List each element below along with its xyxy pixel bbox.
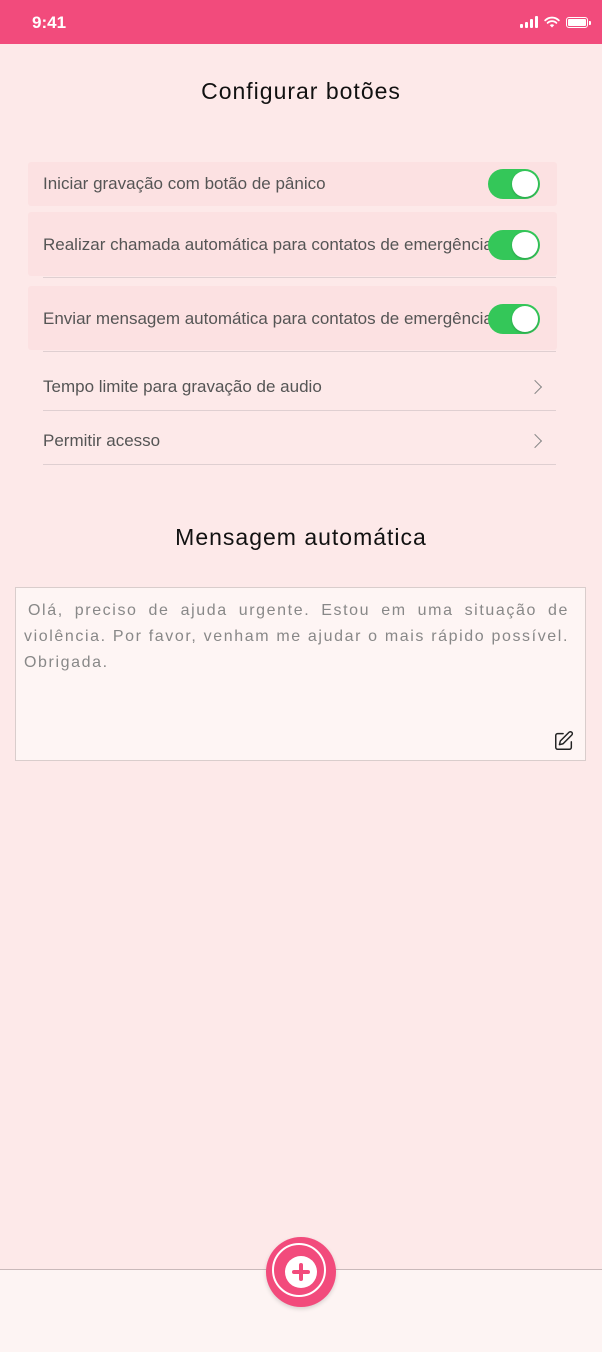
add-button[interactable] xyxy=(266,1237,336,1307)
setting-row-auto-call[interactable]: Realizar chamada automática para contato… xyxy=(43,212,556,278)
edit-icon[interactable] xyxy=(553,730,575,752)
status-icons xyxy=(520,15,591,29)
auto-message-toggle[interactable] xyxy=(488,303,540,334)
auto-message-text: Olá, preciso de ajuda urgente. Estou em … xyxy=(24,602,569,671)
setting-label: Realizar chamada automática para contato… xyxy=(43,234,493,254)
setting-row-panic-recording[interactable]: Iniciar gravação com botão de pânico xyxy=(43,162,556,206)
auto-message-title: Mensagem automática xyxy=(175,524,427,550)
settings-title: Configurar botões xyxy=(201,78,401,104)
toggle-knob xyxy=(512,231,538,258)
panic-recording-toggle[interactable] xyxy=(488,169,540,199)
status-bar: 9:41 xyxy=(0,0,602,44)
wifi-icon xyxy=(544,16,560,28)
toggle-knob xyxy=(512,305,538,332)
battery-icon xyxy=(566,16,591,28)
setting-label: Iniciar gravação com botão de pânico xyxy=(43,174,326,193)
auto-message-textbox[interactable]: Olá, preciso de ajuda urgente. Estou em … xyxy=(15,587,586,761)
status-time: 9:41 xyxy=(32,13,67,32)
signal-icon xyxy=(520,16,538,28)
plus-icon xyxy=(285,1256,317,1288)
setting-label: Permitir acesso xyxy=(43,431,161,450)
setting-row-auto-message[interactable]: Enviar mensagem automática para contatos… xyxy=(43,286,556,352)
setting-row-audio-time-limit[interactable]: Tempo limite para gravação de audio xyxy=(43,364,556,411)
auto-call-toggle[interactable] xyxy=(488,229,540,260)
setting-row-permissions[interactable]: Permitir acesso xyxy=(43,418,556,465)
toggle-knob xyxy=(512,171,538,197)
setting-label: Enviar mensagem automática para contatos… xyxy=(43,308,493,328)
setting-label: Tempo limite para gravação de audio xyxy=(43,377,322,396)
